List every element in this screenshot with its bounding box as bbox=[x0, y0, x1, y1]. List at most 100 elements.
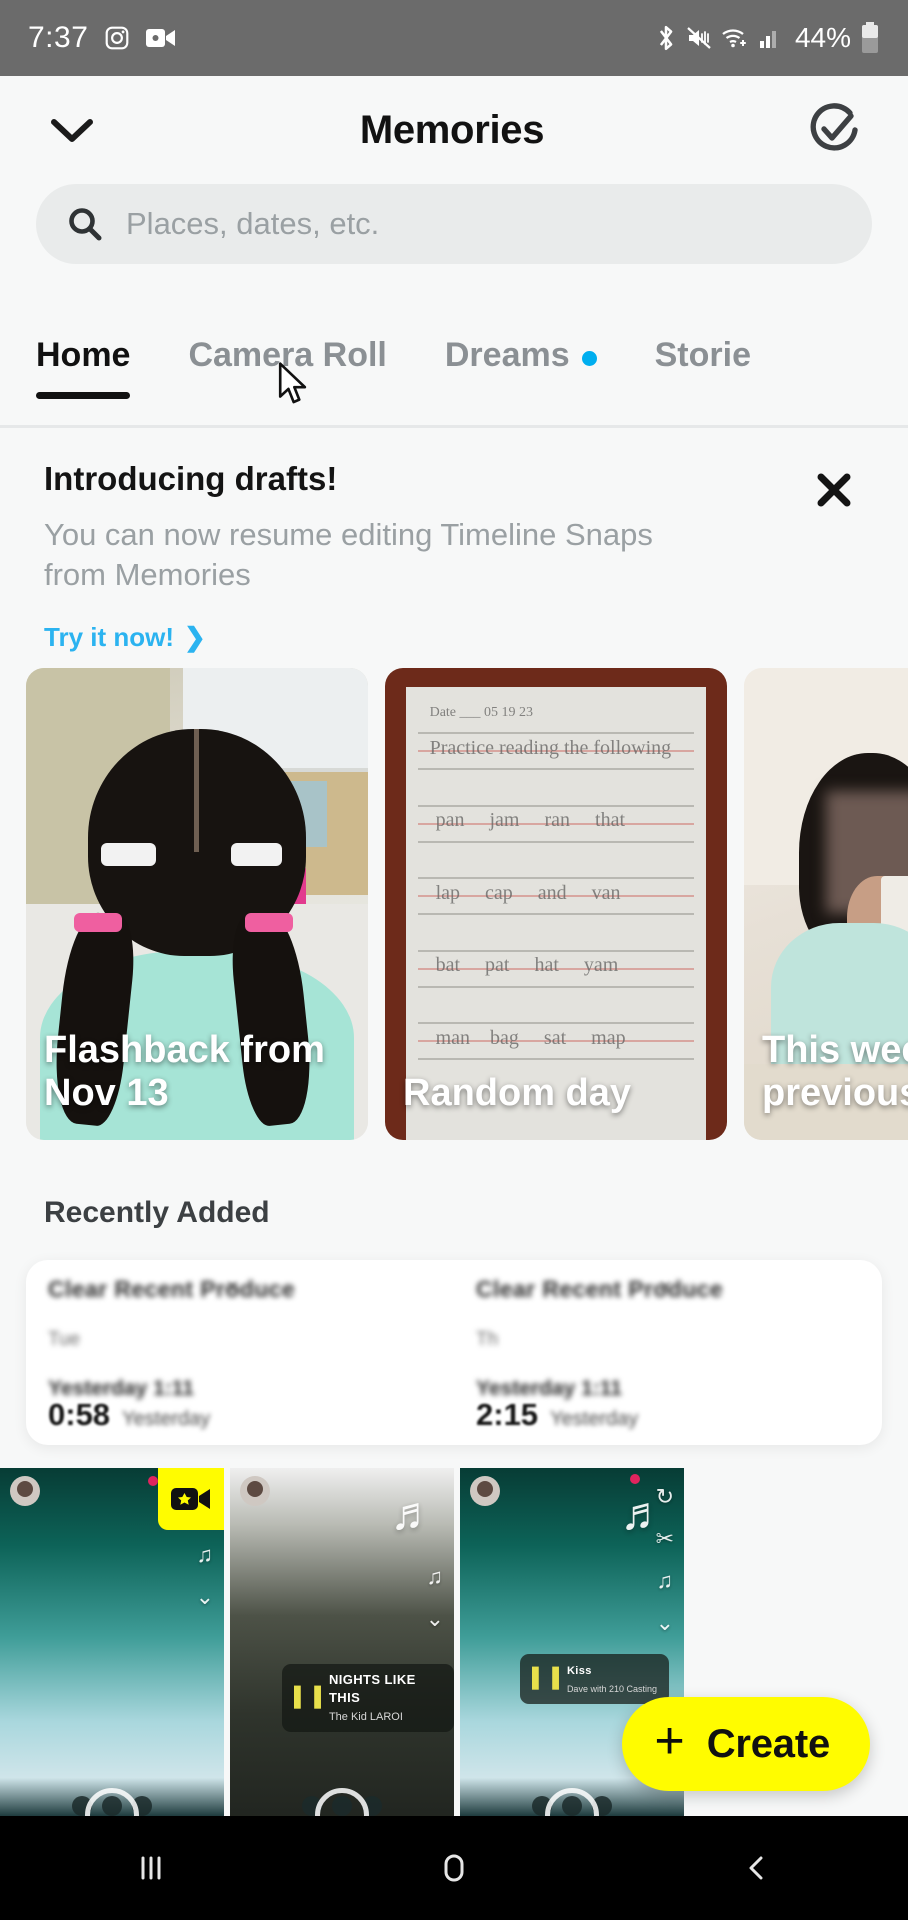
card1-band-right bbox=[244, 913, 293, 933]
loading-title: Clear Recent Produce bbox=[48, 1276, 296, 1302]
banner-title: Introducing drafts! bbox=[44, 460, 338, 497]
music-pill-text: NIGHTS LIKE THIS The Kid LAROI bbox=[329, 1671, 442, 1725]
circle-check-icon bbox=[803, 99, 865, 161]
recents-button[interactable] bbox=[96, 1816, 206, 1920]
mouse-cursor bbox=[278, 362, 312, 406]
loading-duration-row: 2:15 Yesterday bbox=[476, 1397, 638, 1433]
memory-card-random-day[interactable]: Date ___ 05 19 23 Practice reading the f… bbox=[385, 668, 727, 1140]
instagram-icon bbox=[104, 25, 130, 51]
memory-card-flashback[interactable]: Flashback from Nov 13 bbox=[26, 668, 368, 1140]
snap-footer-controls bbox=[0, 1788, 224, 1820]
video-camera-badge-icon bbox=[158, 1468, 224, 1530]
banner-cta-label: Try it now! bbox=[44, 622, 174, 653]
music-note-icon[interactable]: ♫ bbox=[657, 1568, 674, 1594]
back-button[interactable] bbox=[702, 1816, 812, 1920]
loading-sub: Tue bbox=[48, 1329, 81, 1350]
search-input[interactable]: Places, dates, etc. bbox=[36, 184, 872, 264]
home-button[interactable] bbox=[399, 1816, 509, 1920]
memory-card-this-week[interactable]: This wee previous bbox=[744, 668, 908, 1140]
music-note-icon[interactable]: ♫ bbox=[427, 1564, 444, 1590]
bluetooth-icon bbox=[655, 24, 677, 52]
loading-trailing: Yesterday bbox=[550, 1408, 639, 1430]
tab-dreams-label: Dreams bbox=[444, 336, 570, 374]
loading-duration: 0:58 bbox=[48, 1397, 111, 1432]
tab-bar: Home Camera Roll Dreams Storie bbox=[0, 330, 908, 426]
music-notes-icon: ♬ bbox=[390, 1487, 436, 1539]
banner-close-button[interactable] bbox=[804, 460, 864, 520]
snap-footer-controls bbox=[460, 1788, 684, 1820]
loading-duration-row: 0:58 Yesterday bbox=[48, 1397, 210, 1433]
recently-added-loading-card[interactable]: Clear Recent Produce Tue Yesterday 1:11 … bbox=[26, 1260, 882, 1445]
android-nav-bar bbox=[0, 1816, 908, 1920]
scissors-icon[interactable]: ✂ bbox=[656, 1526, 674, 1552]
music-pill-text: Kiss Dave with 210 Casting bbox=[567, 1661, 657, 1697]
equalizer-icon: ▌▐ bbox=[294, 1687, 321, 1708]
loading-trailing: Yesterday bbox=[122, 1408, 211, 1430]
loading-duration: 2:15 bbox=[476, 1397, 539, 1432]
avatar bbox=[10, 1476, 40, 1506]
collapse-button[interactable] bbox=[42, 100, 102, 160]
music-artist: Dave with 210 Casting bbox=[566, 1684, 657, 1694]
home-icon bbox=[434, 1848, 474, 1888]
select-mode-button[interactable] bbox=[802, 98, 866, 162]
status-bar: 7:37 44% bbox=[0, 0, 908, 76]
search-area: Places, dates, etc. bbox=[0, 184, 908, 264]
tab-home-label: Home bbox=[36, 336, 131, 374]
cellular-signal-icon bbox=[758, 26, 782, 50]
loading-card-column-left: Clear Recent Produce Tue Yesterday 1:11 … bbox=[26, 1260, 454, 1445]
battery-icon bbox=[860, 22, 880, 54]
tab-stories[interactable]: Storie bbox=[655, 330, 779, 375]
snap-action-rail[interactable]: ♫ ⌄ bbox=[196, 1542, 214, 1610]
status-time: 7:37 bbox=[28, 21, 89, 54]
memory-card-label: Random day bbox=[403, 1072, 632, 1115]
tab-home[interactable]: Home bbox=[36, 330, 158, 399]
snap-thumb-2[interactable]: ♬ ♫ ⌄ ▌▐ NIGHTS LIKE THIS The Kid LAROI bbox=[230, 1468, 454, 1820]
status-bar-right: 44% bbox=[655, 22, 880, 54]
drafts-banner: Introducing drafts! You can now resume e… bbox=[0, 460, 908, 653]
chevron-down-icon[interactable]: ⌄ bbox=[656, 1610, 674, 1636]
plus-icon: + bbox=[654, 1712, 685, 1770]
chevron-down-icon[interactable]: ⌄ bbox=[426, 1606, 444, 1632]
snap-thumb-1[interactable]: ♫ ⌄ bbox=[0, 1468, 224, 1820]
music-title: Kiss bbox=[566, 1665, 592, 1677]
app-screen: 7:37 44% Memories Places, dates, etc. Ho… bbox=[0, 0, 908, 1920]
music-pill[interactable]: ▌▐ NIGHTS LIKE THIS The Kid LAROI bbox=[282, 1664, 454, 1732]
snap-action-rail[interactable]: ♫ ⌄ bbox=[426, 1564, 444, 1632]
tab-dreams-badge-dot bbox=[581, 351, 597, 367]
status-bar-left: 7:37 bbox=[28, 21, 176, 55]
tab-stories-label: Storie bbox=[654, 336, 751, 374]
music-pill[interactable]: ▌▐ Kiss Dave with 210 Casting bbox=[520, 1654, 669, 1704]
memory-card-label: Flashback from Nov 13 bbox=[44, 1028, 325, 1115]
tab-dreams[interactable]: Dreams bbox=[445, 330, 625, 375]
card1-hair-tie-left bbox=[101, 842, 156, 867]
loop-icon[interactable]: ↻ bbox=[656, 1484, 674, 1510]
wifi-icon bbox=[721, 26, 749, 50]
snap-action-rail[interactable]: ↻ ✂ ♫ ⌄ bbox=[656, 1484, 674, 1636]
recently-added-title: Recently Added bbox=[44, 1196, 270, 1229]
page-header: Memories bbox=[0, 76, 908, 184]
tab-bar-divider bbox=[0, 425, 908, 428]
video-camera-icon bbox=[146, 27, 176, 49]
search-icon bbox=[66, 205, 104, 243]
chevron-down-icon bbox=[49, 115, 95, 145]
loading-sub: Th bbox=[476, 1329, 499, 1350]
page-title: Memories bbox=[359, 107, 545, 152]
chevron-down-icon[interactable]: ⌄ bbox=[196, 1584, 214, 1610]
battery-percent: 44% bbox=[794, 22, 851, 53]
card1-band-left bbox=[73, 913, 122, 933]
notification-dot bbox=[630, 1474, 640, 1484]
card1-hair-tie-right bbox=[231, 842, 283, 867]
recents-icon bbox=[131, 1848, 171, 1888]
loading-card-column-right: Clear Recent Produce Th Yesterday 1:11 ×… bbox=[454, 1260, 882, 1445]
music-note-icon[interactable]: ♫ bbox=[197, 1542, 214, 1568]
loading-close-icon[interactable]: × bbox=[226, 1274, 239, 1300]
back-icon bbox=[737, 1848, 777, 1888]
notification-dot bbox=[148, 1476, 158, 1486]
banner-cta-link[interactable]: Try it now! ❯ bbox=[44, 622, 206, 653]
banner-subtitle: You can now resume editing Timeline Snap… bbox=[44, 517, 653, 592]
music-artist: The Kid LAROI bbox=[328, 1711, 403, 1723]
memories-carousel[interactable]: Flashback from Nov 13 Date ___ 05 19 23 … bbox=[0, 668, 908, 1140]
create-button[interactable]: + Create bbox=[622, 1697, 870, 1791]
snap-footer-controls bbox=[230, 1788, 454, 1820]
loading-close-icon[interactable]: × bbox=[659, 1274, 672, 1300]
